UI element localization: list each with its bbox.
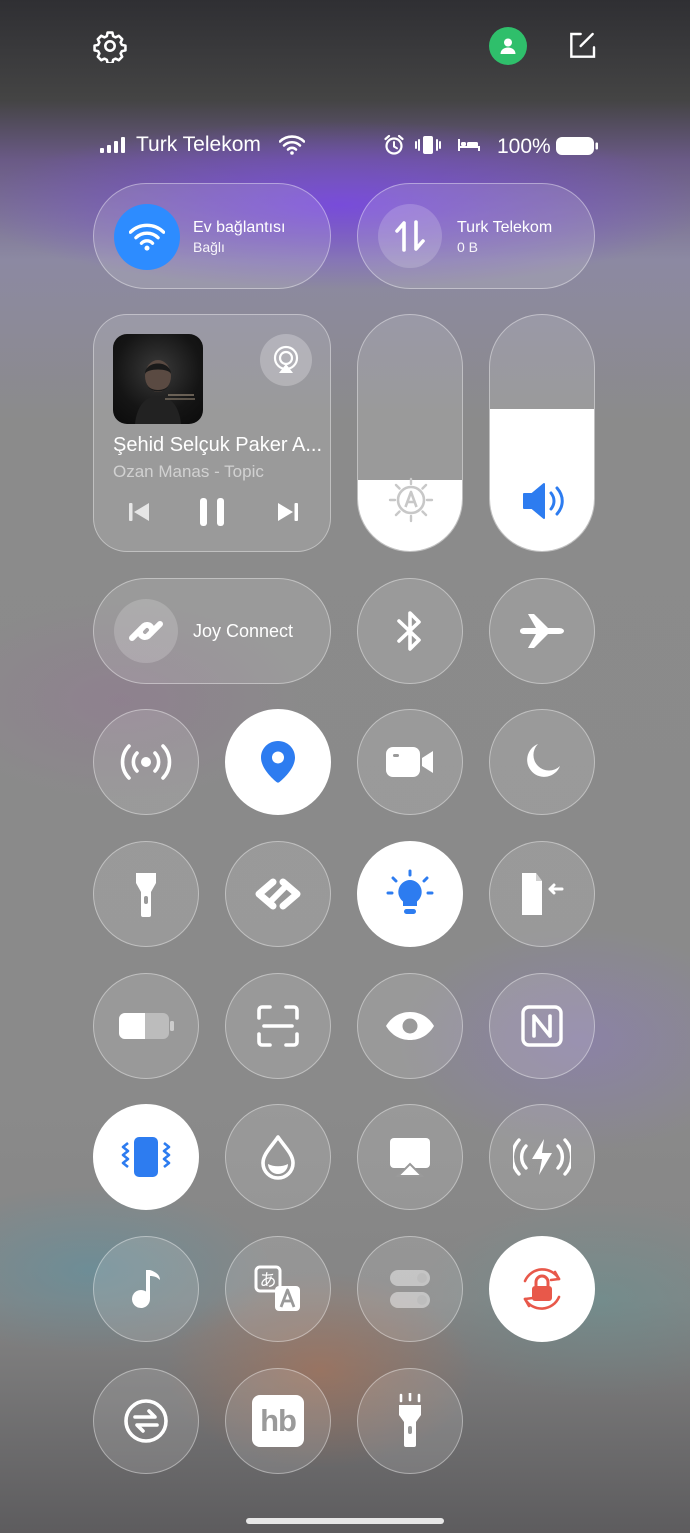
music-note-icon: [132, 1270, 160, 1308]
volume-slider[interactable]: [489, 314, 595, 552]
wifi-icon: [129, 223, 165, 251]
link-share-toggle[interactable]: [225, 841, 331, 947]
hotspot-icon: [120, 744, 172, 780]
eye-icon: [386, 1012, 434, 1040]
next-track-button[interactable]: [271, 497, 305, 527]
battery-saver-toggle[interactable]: [93, 973, 199, 1079]
battery-status-icon: [556, 137, 598, 155]
switches-icon: [390, 1270, 430, 1308]
screencast-icon: [390, 1138, 430, 1177]
song-title: Şehid Selçuk Paker A...: [113, 434, 323, 456]
pause-icon: [200, 498, 224, 526]
bluetooth-toggle[interactable]: [357, 578, 463, 684]
vibrate-icon: [121, 1137, 171, 1177]
skip-next-icon: [278, 503, 298, 521]
speaker-icon: [523, 483, 564, 519]
eye-comfort-toggle[interactable]: [357, 973, 463, 1079]
settings-button[interactable]: [88, 24, 132, 68]
carrier-tile-name: Turk Telekom: [457, 219, 553, 236]
power-share-toggle[interactable]: [489, 1104, 595, 1210]
home-indicator[interactable]: [246, 1518, 444, 1524]
airplane-mode-toggle[interactable]: [489, 578, 595, 684]
joy-connect-toggle[interactable]: [114, 599, 178, 663]
signal-icon: [100, 137, 125, 153]
screenshot-frame-icon: [257, 1005, 299, 1047]
joy-connect-tile[interactable]: Joy Connect: [93, 578, 331, 684]
eye-protection-light-toggle[interactable]: [357, 841, 463, 947]
music-recognition-toggle[interactable]: [93, 1236, 199, 1342]
auto-brightness-icon: [388, 477, 434, 523]
flashlight-toggle[interactable]: [93, 841, 199, 947]
joy-connect-label: Joy Connect: [193, 621, 294, 641]
torch-icon: [399, 1393, 421, 1447]
wifi-status-icon: [279, 135, 305, 155]
torch-toggle[interactable]: [357, 1368, 463, 1474]
data-arrows-icon: [395, 220, 425, 252]
battery-percent: 100%: [497, 135, 551, 158]
rotation-lock-icon: [523, 1268, 561, 1310]
cast-button[interactable]: [260, 334, 312, 386]
location-toggle[interactable]: [225, 709, 331, 815]
vibrate-toggle[interactable]: [93, 1104, 199, 1210]
mobile-data-toggle[interactable]: [378, 204, 442, 268]
wifi-status: Bağlı: [193, 239, 225, 255]
screen-record-toggle[interactable]: [357, 709, 463, 815]
water-eject-toggle[interactable]: [225, 1104, 331, 1210]
joy-connect-icon: [129, 621, 163, 641]
media-player[interactable]: Şehid Selçuk Paker A... Ozan Manas - Top…: [93, 314, 331, 552]
sidebar-icon: [522, 873, 564, 915]
video-camera-icon: [386, 747, 433, 777]
carrier-name: Turk Telekom: [136, 133, 261, 156]
flashlight-icon: [136, 873, 156, 917]
previous-track-button[interactable]: [122, 497, 156, 527]
airplane-icon: [520, 614, 564, 648]
nfc-icon: [521, 1005, 563, 1047]
brightness-slider[interactable]: [357, 314, 463, 552]
data-usage: 0 B: [457, 239, 479, 255]
location-icon: [261, 741, 295, 783]
power-wireless-icon: [513, 1138, 571, 1176]
airplay-audio-icon: [273, 345, 299, 373]
wifi-tile[interactable]: Ev bağlantısı Bağlı: [93, 183, 331, 289]
nfc-toggle[interactable]: [489, 973, 595, 1079]
wifi-toggle[interactable]: [114, 204, 180, 270]
moon-icon: [527, 744, 560, 777]
hotspot-toggle[interactable]: [93, 709, 199, 815]
screen-cast-toggle[interactable]: [357, 1104, 463, 1210]
bluetooth-icon: [397, 611, 421, 651]
screenshot-toggle[interactable]: [225, 973, 331, 1079]
do-not-disturb-toggle[interactable]: [489, 709, 595, 815]
artist-name: Ozan Manas - Topic: [113, 462, 264, 481]
rotation-lock-toggle[interactable]: [489, 1236, 595, 1342]
link-icon: [255, 878, 301, 910]
edit-button[interactable]: [560, 24, 604, 68]
lightbulb-icon: [386, 869, 434, 914]
water-drop-icon: [261, 1135, 295, 1180]
vibrate-status-icon: [415, 136, 441, 154]
svg-text:あ: あ: [260, 1271, 277, 1291]
account-button[interactable]: [489, 27, 527, 65]
transfer-icon: [124, 1399, 168, 1443]
status-bar: Turk Telekom 100%: [100, 130, 600, 162]
gear-icon: [93, 31, 127, 63]
skip-previous-icon: [129, 503, 149, 521]
translate-icon: あ: [254, 1265, 300, 1311]
smart-sidebar-toggle[interactable]: [489, 841, 595, 947]
album-art[interactable]: [113, 334, 203, 424]
toggle-switches-tile[interactable]: [357, 1236, 463, 1342]
person-icon: [500, 38, 516, 54]
album-art-image: [135, 360, 195, 424]
hb-app-shortcut[interactable]: hb: [225, 1368, 331, 1474]
mobile-data-tile[interactable]: Turk Telekom 0 B: [357, 183, 595, 289]
hb-logo-icon: hb: [252, 1395, 304, 1447]
sleep-icon: [458, 139, 480, 151]
play-pause-button[interactable]: [194, 493, 230, 531]
data-switch-toggle[interactable]: [93, 1368, 199, 1474]
battery-icon: [119, 1013, 174, 1039]
translate-toggle[interactable]: あ: [225, 1236, 331, 1342]
wifi-network-name: Ev bağlantısı: [193, 219, 286, 236]
alarm-icon: [384, 134, 404, 155]
hb-logo-text: hb: [260, 1403, 297, 1438]
edit-icon: [570, 32, 596, 58]
